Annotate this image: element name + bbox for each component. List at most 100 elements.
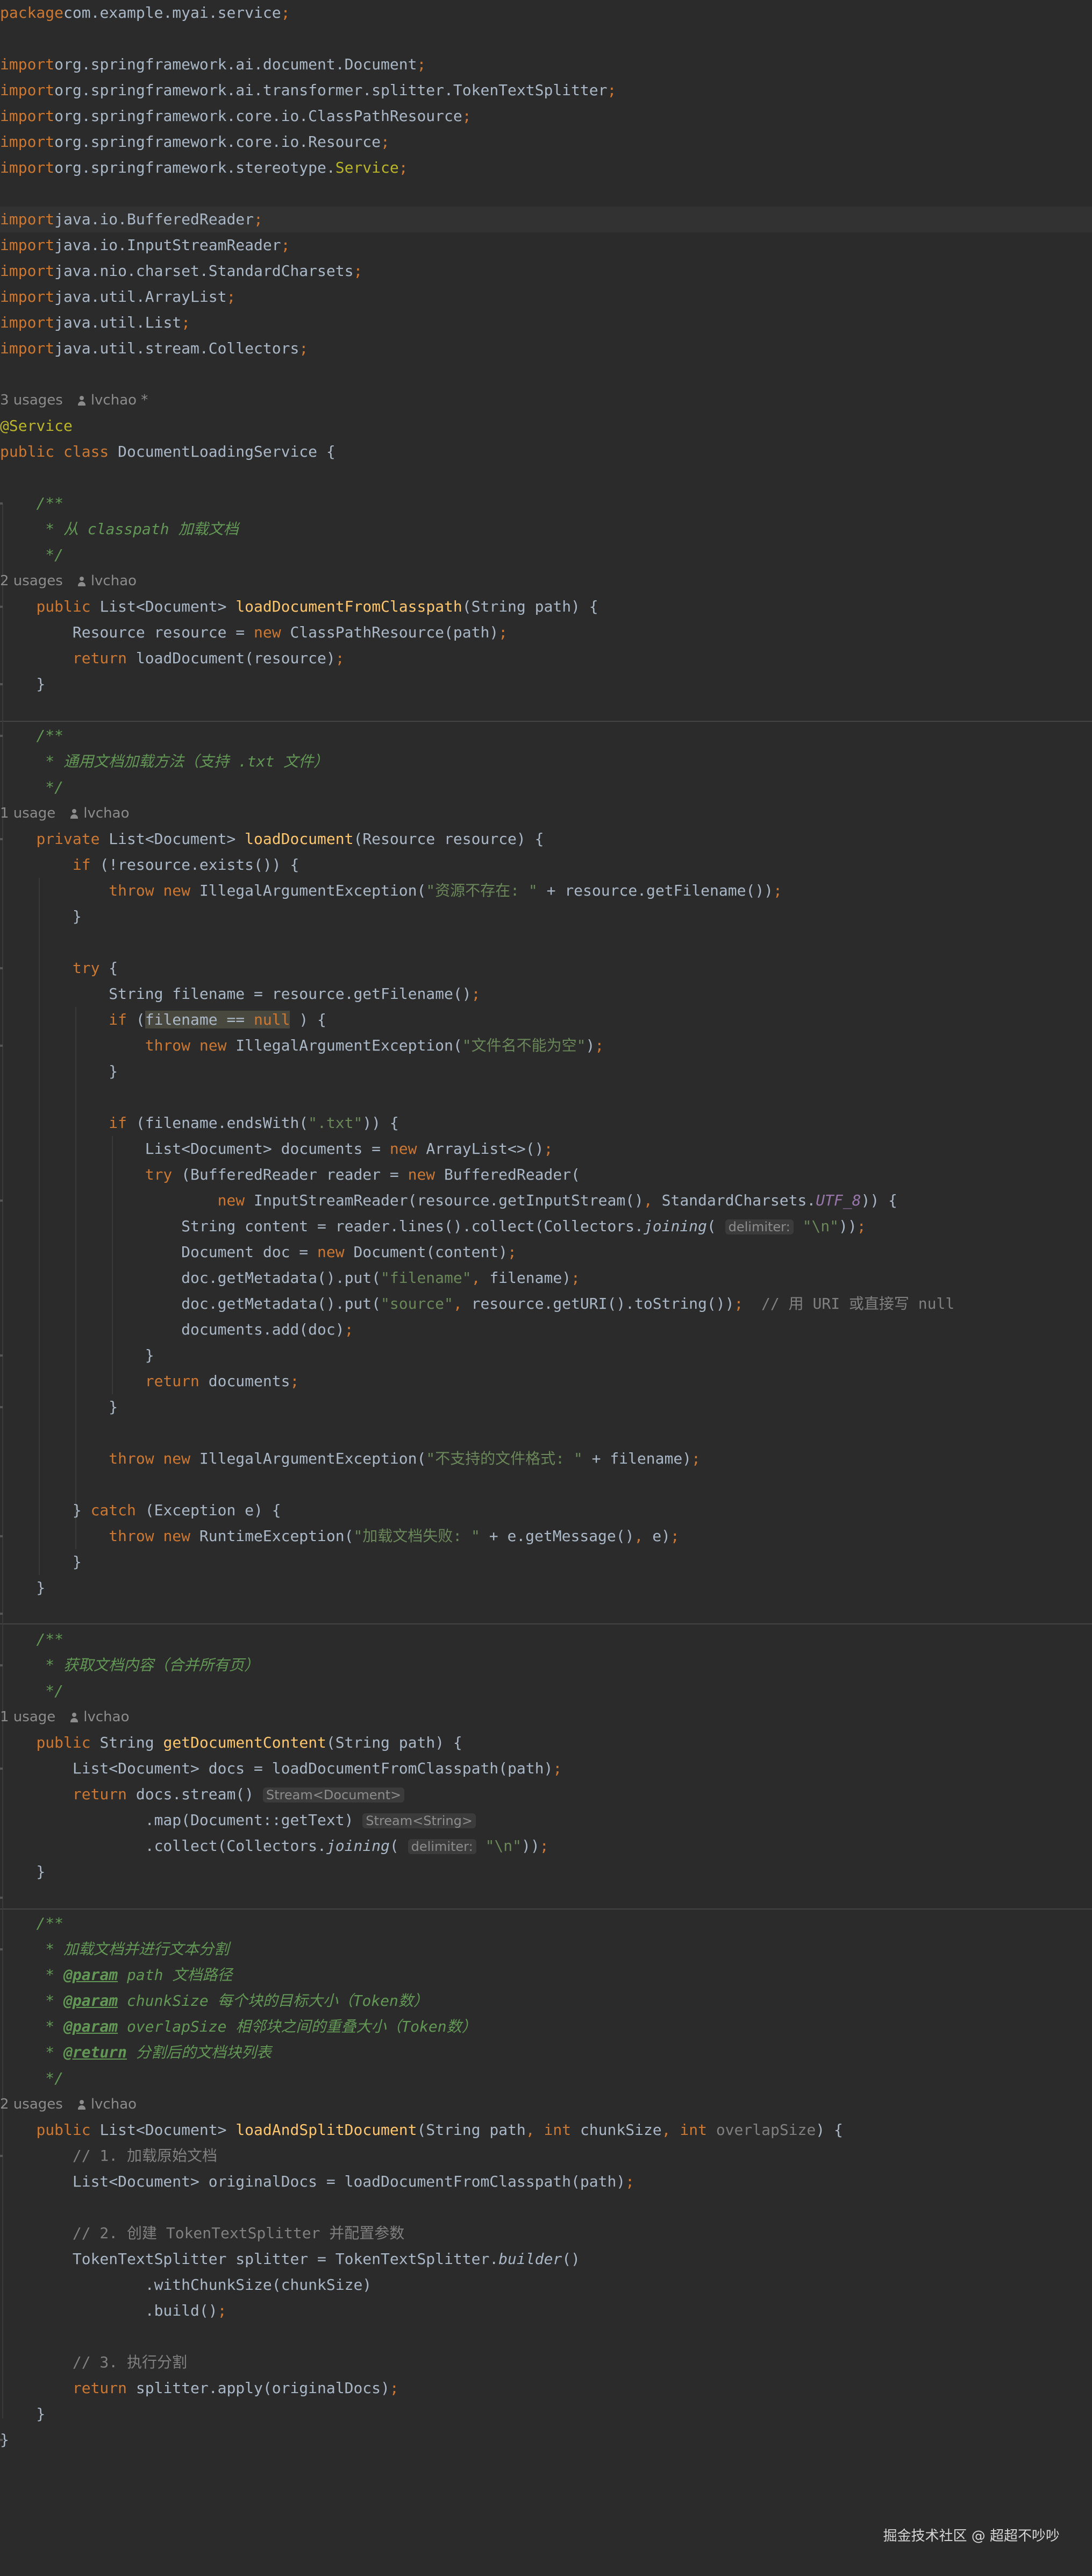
code-line[interactable]: public List<Document> loadDocumentFromCl… — [0, 594, 1092, 620]
code-line[interactable]: */ — [0, 1678, 1092, 1704]
fold-marker[interactable] — [0, 1948, 3, 1950]
code-line[interactable]: doc.getMetadata().put("source", resource… — [0, 1291, 1092, 1317]
code-line[interactable]: public String getDocumentContent(String … — [0, 1730, 1092, 1756]
fold-marker[interactable] — [0, 683, 3, 685]
fold-marker[interactable] — [0, 606, 3, 608]
inlay-usage-line[interactable]: 2 usages lvchao — [0, 2091, 1092, 2117]
code-line[interactable]: } — [0, 904, 1092, 929]
code-line[interactable] — [0, 1084, 1092, 1110]
author-hint[interactable]: lvchao * — [91, 392, 148, 408]
code-line[interactable]: documents.add(doc); — [0, 1317, 1092, 1343]
code-line[interactable]: importjava.util.ArrayList; — [0, 284, 1092, 310]
author-hint[interactable]: lvchao — [83, 805, 129, 821]
code-line[interactable]: if (filename.endsWith(".txt")) { — [0, 1110, 1092, 1136]
code-line[interactable]: .map(Document::getText) Stream<String> — [0, 1807, 1092, 1833]
code-line[interactable]: importorg.springframework.core.io.Resour… — [0, 129, 1092, 155]
usages-hint[interactable]: 3 usages — [0, 392, 63, 408]
code-line[interactable]: importjava.io.InputStreamReader; — [0, 232, 1092, 258]
code-line[interactable]: /** — [0, 491, 1092, 516]
code-line[interactable] — [0, 181, 1092, 207]
fold-marker[interactable] — [0, 2439, 3, 2441]
code-line[interactable]: throw new RuntimeException("加载文档失败: " + … — [0, 1523, 1092, 1549]
code-line[interactable]: packagecom.example.myai.service; — [0, 0, 1092, 26]
code-line[interactable]: } — [0, 2427, 1092, 2453]
fold-marker[interactable] — [0, 1664, 3, 1666]
fold-marker[interactable] — [0, 1045, 3, 1047]
code-line[interactable]: importorg.springframework.ai.document.Do… — [0, 52, 1092, 77]
fold-marker[interactable] — [0, 838, 3, 840]
code-line[interactable]: throw new IllegalArgumentException("资源不存… — [0, 878, 1092, 904]
code-line[interactable]: // 3. 执行分割 — [0, 2350, 1092, 2375]
code-line[interactable]: private List<Document> loadDocument(Reso… — [0, 826, 1092, 852]
code-line[interactable]: importorg.springframework.core.io.ClassP… — [0, 103, 1092, 129]
code-line[interactable]: .collect(Collectors.joining( delimiter: … — [0, 1833, 1092, 1859]
code-line[interactable]: * @param chunkSize 每个块的目标大小（Token数） — [0, 1988, 1092, 2014]
code-line[interactable]: * @param overlapSize 相邻块之间的重叠大小（Token数） — [0, 2014, 1092, 2040]
fold-marker[interactable] — [0, 1200, 3, 1202]
author-hint[interactable]: lvchao — [91, 573, 137, 589]
code-line[interactable]: } — [0, 1343, 1092, 1368]
code-line[interactable]: .build(); — [0, 2298, 1092, 2324]
code-line[interactable] — [0, 26, 1092, 52]
code-line[interactable]: public List<Document> loadAndSplitDocume… — [0, 2117, 1092, 2143]
author-hint[interactable]: lvchao — [91, 2096, 137, 2112]
fold-marker[interactable] — [0, 967, 3, 969]
code-line[interactable]: importjava.util.stream.Collectors; — [0, 336, 1092, 361]
fold-marker[interactable] — [0, 1613, 3, 1615]
fold-marker[interactable] — [0, 502, 3, 505]
code-line[interactable] — [0, 2324, 1092, 2350]
code-line[interactable]: importjava.util.List; — [0, 310, 1092, 336]
code-line[interactable]: new InputStreamReader(resource.getInputS… — [0, 1188, 1092, 1214]
code-line[interactable]: List<Document> docs = loadDocumentFromCl… — [0, 1756, 1092, 1782]
inlay-usage-line[interactable]: 2 usages lvchao — [0, 568, 1092, 594]
code-line[interactable]: importorg.springframework.ai.transformer… — [0, 77, 1092, 103]
code-line[interactable]: // 1. 加载原始文档 — [0, 2143, 1092, 2169]
code-line[interactable]: try (BufferedReader reader = new Buffere… — [0, 1162, 1092, 1188]
code-editor[interactable]: packagecom.example.myai.service; importor… — [0, 0, 1092, 2576]
code-line[interactable]: } catch (Exception e) { — [0, 1498, 1092, 1523]
code-line[interactable] — [0, 1420, 1092, 1446]
code-line[interactable]: * 获取文档内容（合并所有页） — [0, 1652, 1092, 1678]
inlay-usage-line[interactable]: 3 usages lvchao * — [0, 387, 1092, 413]
code-line[interactable]: } — [0, 1549, 1092, 1575]
code-line[interactable]: throw new IllegalArgumentException("不支持的… — [0, 1446, 1092, 1472]
code-line[interactable]: /** — [0, 723, 1092, 749]
code-line[interactable]: List<Document> originalDocs = loadDocume… — [0, 2169, 1092, 2195]
code-line[interactable]: * 通用文档加载方法（支持 .txt 文件） — [0, 749, 1092, 775]
code-line[interactable]: if (!resource.exists()) { — [0, 852, 1092, 878]
code-line[interactable]: } — [0, 1394, 1092, 1420]
fold-marker[interactable] — [0, 735, 3, 737]
code-line[interactable]: return splitter.apply(originalDocs); — [0, 2375, 1092, 2401]
fold-marker[interactable] — [0, 1406, 3, 1408]
code-line[interactable]: } — [0, 1059, 1092, 1084]
code-line[interactable]: /** — [0, 1911, 1092, 1936]
fold-marker[interactable] — [0, 1535, 3, 1537]
code-line[interactable]: return documents; — [0, 1368, 1092, 1394]
author-hint[interactable]: lvchao — [83, 1709, 129, 1725]
code-line[interactable] — [0, 1472, 1092, 1498]
fold-marker[interactable] — [0, 1768, 3, 1770]
code-line[interactable]: // 2. 创建 TokenTextSplitter 并配置参数 — [0, 2220, 1092, 2246]
code-line[interactable]: * @return 分割后的文档块列表 — [0, 2040, 1092, 2066]
code-line[interactable]: /** — [0, 1627, 1092, 1652]
inlay-usage-line[interactable]: 1 usage lvchao — [0, 800, 1092, 826]
code-line[interactable]: * 从 classpath 加载文档 — [0, 516, 1092, 542]
code-line[interactable] — [0, 2195, 1092, 2220]
code-line[interactable]: } — [0, 671, 1092, 697]
code-line[interactable]: } — [0, 1859, 1092, 1885]
usages-hint[interactable]: 2 usages — [0, 2096, 63, 2112]
inlay-usage-line[interactable]: 1 usage lvchao — [0, 1704, 1092, 1730]
code-line[interactable] — [0, 697, 1092, 723]
fold-marker[interactable] — [0, 2155, 3, 2157]
fold-marker[interactable] — [0, 1354, 3, 1357]
code-line[interactable]: try { — [0, 955, 1092, 981]
code-line[interactable]: @Service — [0, 413, 1092, 439]
code-line[interactable]: importjava.io.BufferedReader; — [0, 207, 1092, 232]
usages-hint[interactable]: 2 usages — [0, 573, 63, 589]
code-line[interactable]: importorg.springframework.stereotype.Ser… — [0, 155, 1092, 181]
code-line[interactable]: return loadDocument(resource); — [0, 645, 1092, 671]
code-line[interactable]: List<Document> documents = new ArrayList… — [0, 1136, 1092, 1162]
code-line[interactable]: * 加载文档并进行文本分割 — [0, 1936, 1092, 1962]
fold-marker[interactable] — [0, 1897, 3, 1899]
code-line[interactable] — [0, 361, 1092, 387]
